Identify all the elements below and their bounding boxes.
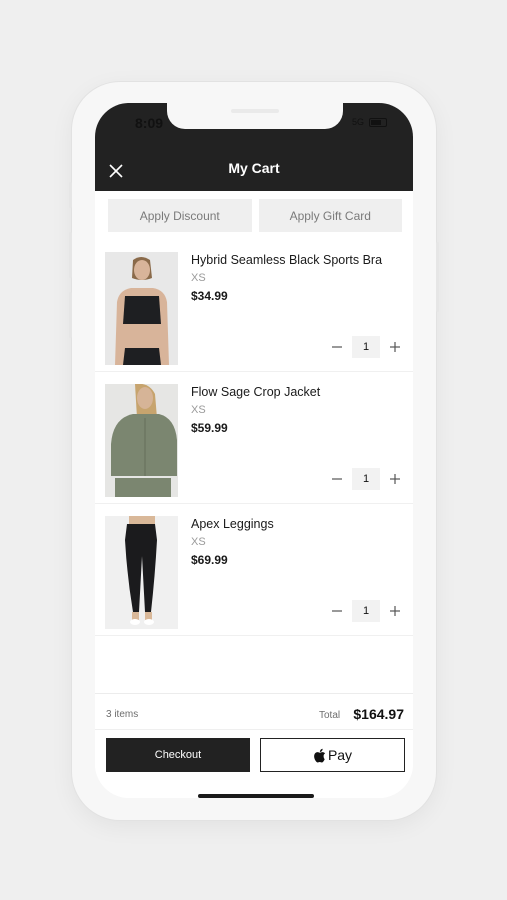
item-name[interactable]: Apex Leggings — [191, 517, 274, 531]
cart-item: Flow Sage Crop Jacket XS $59.99 1 — [95, 372, 413, 504]
footer-divider — [95, 729, 413, 730]
item-name[interactable]: Flow Sage Crop Jacket — [191, 385, 320, 399]
quantity-value: 1 — [352, 336, 380, 358]
minus-icon — [332, 610, 342, 612]
plus-icon — [390, 474, 400, 484]
item-count: 3 items — [106, 709, 139, 720]
quantity-stepper: 1 — [327, 600, 405, 622]
decrease-quantity-button[interactable] — [327, 600, 347, 622]
quantity-stepper: 1 — [327, 336, 405, 358]
increase-quantity-button[interactable] — [385, 600, 405, 622]
minus-icon — [332, 478, 342, 480]
product-image-sports-bra[interactable] — [105, 252, 178, 365]
quantity-stepper: 1 — [327, 468, 405, 490]
decrease-quantity-button[interactable] — [327, 336, 347, 358]
item-name[interactable]: Hybrid Seamless Black Sports Bra — [191, 253, 382, 267]
decrease-quantity-button[interactable] — [327, 468, 347, 490]
phone-power-button — [436, 242, 439, 312]
quantity-value: 1 — [352, 600, 380, 622]
item-price: $59.99 — [191, 421, 228, 435]
item-size: XS — [191, 536, 206, 548]
increase-quantity-button[interactable] — [385, 468, 405, 490]
item-price: $69.99 — [191, 553, 228, 567]
item-price: $34.99 — [191, 289, 228, 303]
phone-side-button — [69, 182, 72, 208]
cart-item: Hybrid Seamless Black Sports Bra XS $34.… — [95, 240, 413, 372]
plus-icon — [390, 606, 400, 616]
phone-volume-down-button — [69, 292, 72, 338]
home-indicator — [198, 794, 314, 798]
total-value: $164.97 — [353, 706, 404, 722]
apply-discount-button[interactable]: Apply Discount — [108, 199, 252, 232]
increase-quantity-button[interactable] — [385, 336, 405, 358]
item-size: XS — [191, 272, 206, 284]
apple-pay-button[interactable]: Pay — [260, 738, 405, 772]
status-time: 8:09 — [135, 115, 164, 131]
product-image-crop-jacket[interactable] — [105, 384, 178, 497]
item-size: XS — [191, 404, 206, 416]
plus-icon — [390, 342, 400, 352]
phone-frame: 8:09 5G My Cart Apply Discount Apply Gif… — [69, 82, 439, 820]
apple-pay-label: Pay — [327, 747, 353, 763]
battery-icon — [369, 117, 387, 127]
cart-item: Apex Leggings XS $69.99 1 — [95, 504, 413, 636]
status-bar: 8:09 5G — [95, 103, 413, 148]
page-title: My Cart — [228, 160, 280, 176]
status-indicators: 5G — [352, 117, 387, 127]
nav-bar: My Cart — [95, 148, 413, 191]
product-image-leggings[interactable] — [105, 516, 178, 629]
quantity-value: 1 — [352, 468, 380, 490]
cart-footer: 3 items Total $164.97 Checkout Pay — [95, 693, 413, 798]
minus-icon — [332, 346, 342, 348]
app-screen: 8:09 5G My Cart Apply Discount Apply Gif… — [95, 103, 413, 798]
total-label: Total — [319, 710, 341, 721]
promo-actions: Apply Discount Apply Gift Card — [108, 199, 402, 232]
signal-label: 5G — [351, 117, 364, 127]
apply-gift-card-button[interactable]: Apply Gift Card — [258, 199, 402, 232]
notch — [167, 103, 343, 129]
apple-logo-icon — [314, 748, 326, 762]
checkout-button[interactable]: Checkout — [106, 738, 250, 772]
speaker — [231, 109, 279, 113]
cart-items-list: Hybrid Seamless Black Sports Bra XS $34.… — [95, 240, 413, 636]
phone-volume-up-button — [69, 232, 72, 278]
